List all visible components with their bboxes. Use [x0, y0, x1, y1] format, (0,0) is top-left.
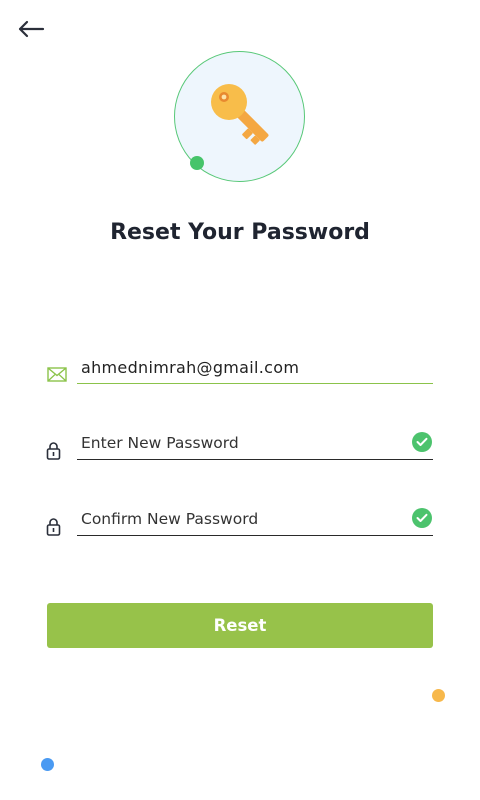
new-password-input[interactable] — [81, 429, 401, 457]
back-button[interactable] — [14, 16, 48, 42]
mail-icon — [47, 367, 67, 386]
new-password-field — [77, 429, 433, 460]
hero-accent-dot — [190, 156, 204, 170]
lock-icon — [46, 441, 61, 464]
check-icon — [412, 508, 432, 528]
reset-password-screen: Reset Your Password ahmednimrah@gmail.co… — [0, 0, 480, 800]
email-field — [77, 353, 433, 384]
arrow-left-icon — [18, 20, 45, 38]
confirm-password-input[interactable] — [81, 505, 401, 533]
page-title: Reset Your Password — [110, 220, 370, 245]
confirm-password-field — [77, 505, 433, 536]
lock-icon — [46, 517, 61, 540]
reset-button[interactable]: Reset — [47, 603, 433, 648]
hero-illustration — [174, 51, 305, 182]
key-icon — [207, 80, 277, 154]
check-icon — [412, 432, 432, 452]
email-input[interactable] — [81, 353, 401, 381]
decorative-dot-blue — [41, 758, 54, 771]
decorative-dot-orange — [432, 689, 445, 702]
